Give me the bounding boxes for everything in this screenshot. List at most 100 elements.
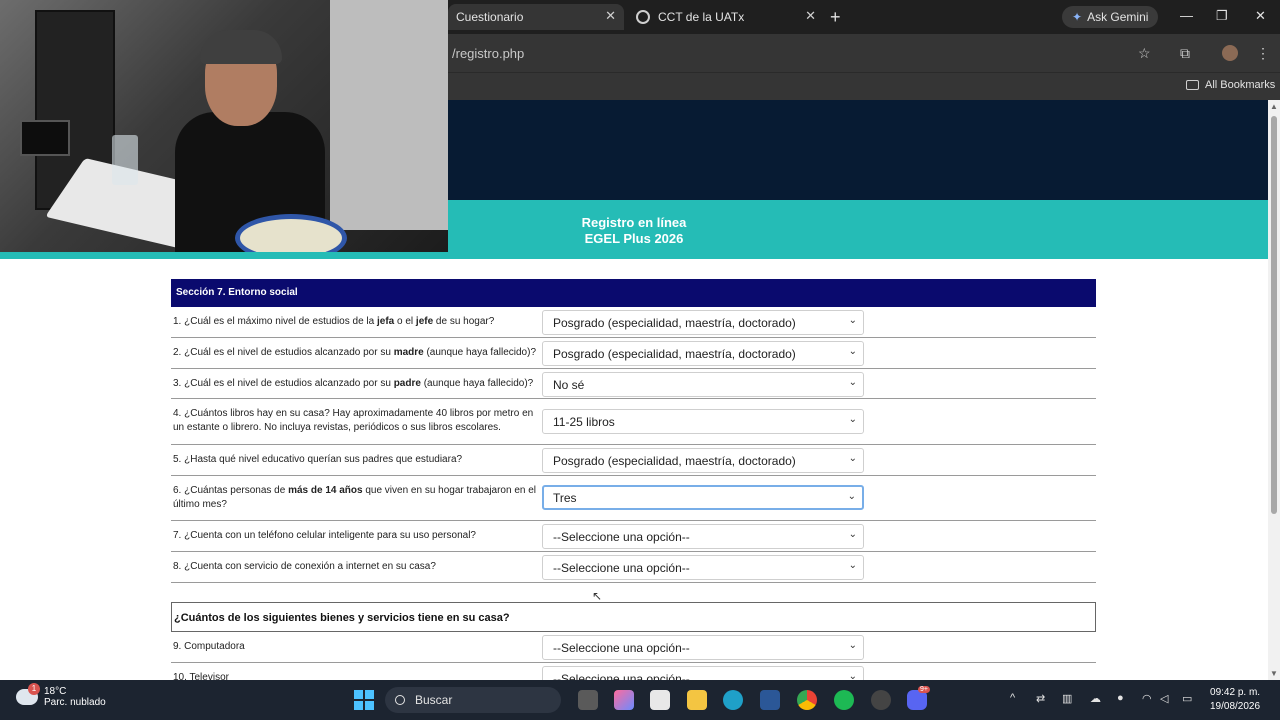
question-6-select[interactable]: Tres ⌄ — [542, 485, 864, 510]
select-value: --Seleccione una opción-- — [553, 641, 690, 655]
scrollbar-thumb[interactable] — [1271, 116, 1277, 514]
clock-date: 19/08/2026 — [1210, 701, 1261, 712]
question-row: 1. ¿Cuál es el máximo nivel de estudios … — [171, 307, 1096, 338]
battery-icon[interactable]: ▭ — [1182, 692, 1192, 705]
monitor-image — [20, 120, 70, 156]
ask-gemini-label: Ask Gemini — [1087, 10, 1149, 24]
question-10-select[interactable]: --Seleccione una opción-- ⌄ — [542, 666, 864, 680]
tab-label: Cuestionario — [456, 10, 524, 24]
tray-bars-icon[interactable]: ▥ — [1062, 692, 1072, 705]
new-tab-icon[interactable]: + — [830, 7, 841, 28]
select-value: No sé — [553, 378, 585, 392]
tray-cloud-icon[interactable]: ☁ — [1090, 692, 1101, 705]
search-icon — [395, 695, 405, 705]
select-value: --Seleccione una opción-- — [553, 530, 690, 544]
weather-badge: 1 — [28, 683, 40, 695]
question-4-select[interactable]: 11-25 libros ⌄ — [542, 409, 864, 434]
minimize-icon[interactable]: — — [1180, 8, 1193, 23]
scroll-down-arrow-icon[interactable]: ▼ — [1268, 669, 1280, 678]
tab-label: CCT de la UATx — [658, 10, 745, 24]
select-value: 11-25 libros — [553, 415, 615, 429]
maximize-icon[interactable]: ❐ — [1216, 8, 1228, 24]
close-window-icon[interactable]: ✕ — [1255, 8, 1266, 24]
globe-icon — [636, 10, 650, 24]
volume-icon[interactable]: ◁ — [1160, 692, 1168, 705]
question-row: 6. ¿Cuántas personas de más de 14 años q… — [171, 476, 1096, 521]
weather-widget[interactable]: 1 18°C Parc. nublado — [16, 683, 106, 708]
weather-desc: Parc. nublado — [44, 697, 106, 708]
tab-cct-uatx[interactable]: CCT de la UATx ✕ — [628, 4, 824, 30]
spotify-icon[interactable] — [834, 690, 854, 710]
select-value: Posgrado (especialidad, maestría, doctor… — [553, 347, 796, 361]
question-text: 2. ¿Cuál es el nivel de estudios alcanza… — [173, 347, 537, 358]
chevron-down-icon: ⌄ — [848, 414, 857, 425]
question-7-select[interactable]: --Seleccione una opción-- ⌄ — [542, 524, 864, 549]
glass-image — [112, 135, 138, 185]
close-tab-icon[interactable]: ✕ — [805, 8, 816, 24]
tab-cuestionario[interactable]: Cuestionario ✕ — [448, 4, 624, 30]
subsection-title: ¿Cuántos de los siguientes bienes y serv… — [171, 602, 1096, 632]
question-row: 8. ¿Cuenta con servicio de conexión a in… — [171, 552, 1096, 583]
question-text: 8. ¿Cuenta con servicio de conexión a in… — [173, 561, 436, 572]
gemini-sparkle-icon: ✦ — [1072, 10, 1083, 24]
tray-settings-icon[interactable]: ⇄ — [1036, 692, 1045, 705]
edge-icon[interactable] — [723, 690, 743, 710]
wifi-icon[interactable]: ◠ — [1142, 692, 1152, 705]
copilot-icon[interactable] — [614, 690, 634, 710]
question-3-select[interactable]: No sé ⌄ — [542, 372, 864, 397]
menu-kebab-icon[interactable]: ⋮ — [1256, 45, 1270, 62]
weather-temp: 18°C — [44, 686, 67, 697]
chevron-down-icon: ⌄ — [848, 346, 857, 357]
question-row: 2. ¿Cuál es el nivel de estudios alcanza… — [171, 338, 1096, 369]
chatgpt-icon[interactable] — [871, 690, 891, 710]
all-bookmarks-button[interactable]: All Bookmarks — [1186, 79, 1275, 91]
url-field[interactable]: /registro.php — [452, 46, 524, 61]
question-8-select[interactable]: --Seleccione una opción-- ⌄ — [542, 555, 864, 580]
question-9-select[interactable]: --Seleccione una opción-- ⌄ — [542, 635, 864, 660]
windows-start-icon[interactable] — [354, 690, 374, 710]
cap-image — [200, 30, 282, 64]
wall-image — [330, 0, 448, 230]
select-value: --Seleccione una opción-- — [553, 561, 690, 575]
discord-badge: 9+ — [918, 686, 930, 693]
bookmark-star-icon[interactable]: ☆ — [1138, 45, 1151, 62]
file-explorer-icon[interactable] — [687, 690, 707, 710]
profile-avatar[interactable] — [1222, 45, 1238, 61]
chevron-down-icon: ⌄ — [848, 671, 857, 680]
select-value: Posgrado (especialidad, maestría, doctor… — [553, 454, 796, 468]
clock-time: 09:42 p. m. — [1210, 687, 1261, 698]
question-row: 4. ¿Cuántos libros hay en su casa? Hay a… — [171, 399, 1096, 445]
question-text: 1. ¿Cuál es el máximo nivel de estudios … — [173, 316, 495, 327]
question-text: 6. ¿Cuántas personas de más de 14 años q… — [173, 485, 537, 510]
word-icon[interactable] — [760, 690, 780, 710]
question-row: 5. ¿Hasta qué nivel educativo querían su… — [171, 445, 1096, 476]
store-icon[interactable] — [650, 690, 670, 710]
question-text: 5. ¿Hasta qué nivel educativo querían su… — [173, 454, 463, 465]
scroll-up-arrow-icon[interactable]: ▲ — [1268, 102, 1280, 111]
chevron-down-icon: ⌄ — [848, 640, 857, 651]
question-2-select[interactable]: Posgrado (especialidad, maestría, doctor… — [542, 341, 864, 366]
extensions-icon[interactable]: ⧉ — [1180, 45, 1190, 62]
chrome-icon[interactable] — [797, 690, 817, 710]
close-tab-icon[interactable]: ✕ — [605, 8, 616, 24]
question-text: 9. Computadora — [173, 641, 245, 652]
page-scrollbar[interactable]: ▲ ▼ — [1268, 100, 1280, 680]
question-text: 3. ¿Cuál es el nivel de estudios alcanza… — [173, 378, 534, 389]
question-text: 10. Televisor — [173, 672, 229, 680]
microphone-icon[interactable]: ● — [1117, 692, 1124, 704]
question-row: 10. Televisor --Seleccione una opción-- … — [171, 663, 1096, 680]
taskbar-clock[interactable]: 09:42 p. m. 19/08/2026 — [1210, 686, 1260, 714]
discord-icon[interactable] — [907, 690, 927, 710]
task-view-icon[interactable] — [578, 690, 598, 710]
tray-chevron-icon[interactable]: ^ — [1010, 692, 1015, 704]
chevron-down-icon: ⌄ — [848, 377, 857, 388]
header-banner — [448, 100, 1268, 200]
search-label: Buscar — [415, 693, 453, 707]
ask-gemini-button[interactable]: ✦ Ask Gemini — [1062, 6, 1159, 28]
chevron-down-icon: ⌄ — [847, 491, 856, 502]
page-title-line1: Registro en línea — [581, 215, 687, 230]
taskbar-search[interactable]: Buscar — [385, 687, 561, 713]
question-row: 9. Computadora --Seleccione una opción--… — [171, 632, 1096, 663]
question-1-select[interactable]: Posgrado (especialidad, maestría, doctor… — [542, 310, 864, 335]
question-5-select[interactable]: Posgrado (especialidad, maestría, doctor… — [542, 448, 864, 473]
